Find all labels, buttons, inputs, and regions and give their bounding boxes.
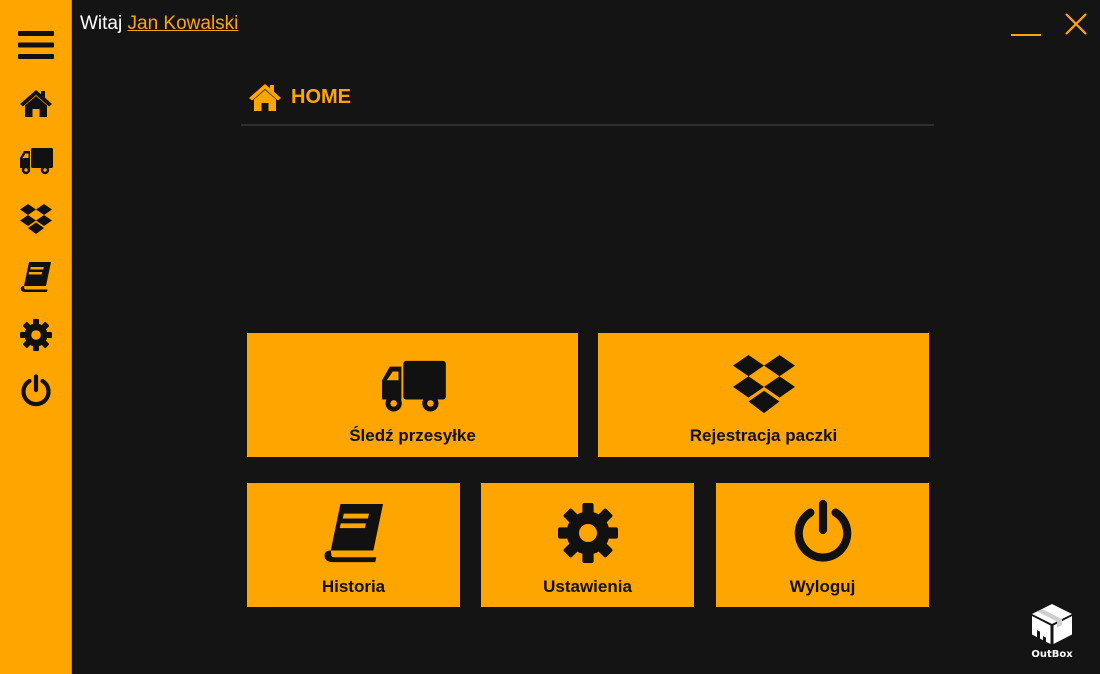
sidebar-item-settings[interactable] [0,312,72,358]
sidebar [0,0,72,674]
outbox-logo: OutBox [1026,602,1078,664]
sidebar-item-history[interactable] [0,254,72,300]
sidebar-menu-button[interactable] [0,22,72,68]
page-title: HOME [291,85,351,108]
history-tile[interactable]: Historia [247,483,460,607]
dropbox-icon [732,354,795,414]
greeting-prefix: Witaj [80,13,123,34]
logo-text: OutBox [1031,649,1073,660]
tile-label: Ustawienia [543,577,632,596]
close-icon [1065,13,1087,35]
sidebar-item-tracking[interactable] [0,138,72,184]
minimize-button[interactable] [1008,14,1044,42]
dropbox-icon [20,204,52,234]
sidebar-item-logout[interactable] [0,368,72,414]
truck-icon [381,360,446,412]
user-name-link[interactable]: Jan Kowalski [128,13,239,34]
power-icon [794,499,851,562]
header-divider [241,124,934,126]
sidebar-item-home[interactable] [0,80,72,126]
power-icon [21,374,51,407]
tile-label: Historia [321,577,386,596]
track-shipment-tile[interactable]: Śledź przesyłke [247,333,578,457]
gear-icon [20,319,52,351]
sidebar-item-registration[interactable] [0,196,72,242]
settings-tile[interactable]: Ustawienia [481,483,694,607]
register-package-tile[interactable]: Rejestracja paczki [598,333,929,457]
tile-label: Śledź przesyłke [349,426,476,445]
book-icon [324,503,383,563]
gear-icon [557,503,618,563]
tile-label: Rejestracja paczki [689,426,838,445]
logout-tile[interactable]: Wyloguj [716,483,929,607]
page-header: HOME [247,80,351,114]
menu-icon [18,31,54,59]
book-icon [20,262,51,292]
close-button[interactable] [1060,8,1092,40]
greeting: Witaj Jan Kowalski [80,13,238,35]
truck-icon [20,148,53,175]
tile-label: Wyloguj [789,577,856,596]
box-icon [1032,604,1072,646]
home-icon [249,84,281,111]
home-icon [20,90,52,117]
